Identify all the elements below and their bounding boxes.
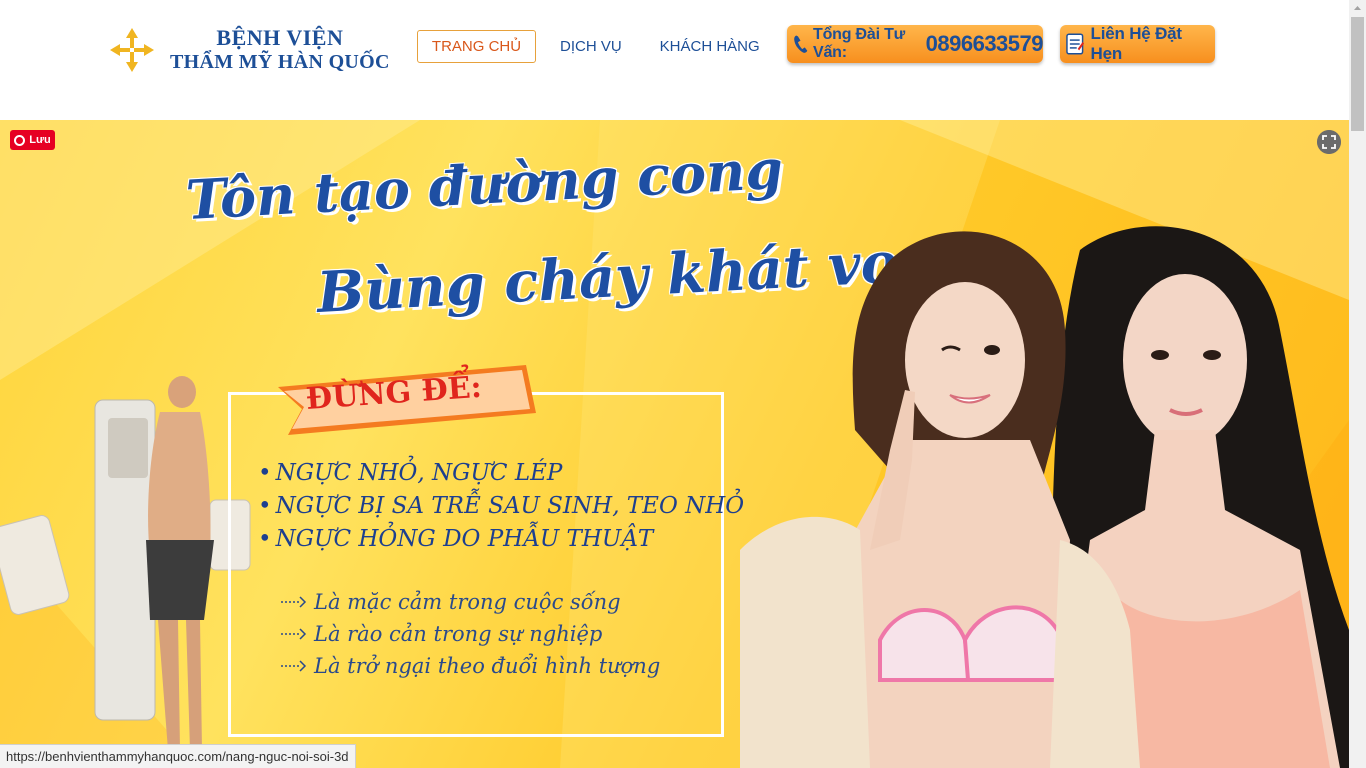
models-photo [740, 226, 1349, 768]
page-scrollbar[interactable] [1349, 0, 1366, 768]
status-bar-url: https://benhvienthammyhanquoc.com/nang-n… [0, 744, 356, 768]
clinic-device-illustration [0, 376, 251, 750]
sub-point-item: Là mặc cảm trong cuộc sống [280, 590, 660, 614]
logo-text: BỆNH VIỆN THẨM MỸ HÀN QUỐC [170, 26, 390, 74]
sub-point-list: Là mặc cảm trong cuộc sống Là rào cản tr… [280, 590, 660, 686]
pinterest-icon [14, 134, 26, 146]
site-header: BỆNH VIỆN THẨM MỸ HÀN QUỐC TRANG CHỦ DỊC… [0, 0, 1349, 120]
notepad-icon [1066, 33, 1085, 55]
nav-services[interactable]: DỊCH VỤ [560, 38, 622, 55]
sub-point-item: Là trở ngại theo đuổi hình tượng [280, 654, 660, 678]
logo-line-2: THẨM MỸ HÀN QUỐC [170, 51, 390, 73]
book-appointment-label: Liên Hệ Đặt Hẹn [1090, 24, 1183, 63]
site-logo[interactable]: BỆNH VIỆN THẨM MỸ HÀN QUỐC [108, 26, 390, 74]
bullet-list: • NGỰC NHỎ, NGỰC LÉP • NGỰC BỊ SA TRỄ SAU … [258, 460, 744, 559]
nav-home[interactable]: TRANG CHỦ [417, 30, 536, 63]
expand-icon[interactable] [1317, 130, 1341, 154]
dotted-arrow-icon [281, 596, 307, 608]
book-appointment-button[interactable]: Liên Hệ Đặt Hẹn [1060, 24, 1215, 63]
pinterest-save-button[interactable]: Lưu [10, 130, 55, 150]
sub-point-item: Là rào cản trong sự nghiệp [280, 622, 660, 646]
bullet-item: • NGỰC HỎNG DO PHẪU THUẬT [258, 526, 654, 552]
hotline-button[interactable]: Tổng Đài Tư Vấn: 0896633579 [787, 25, 1044, 63]
dotted-arrow-icon [281, 628, 307, 640]
phone-icon [794, 35, 808, 53]
bullet-item: • NGỰC BỊ SA TRỄ SAU SINH, TEO NHỎ [258, 493, 745, 519]
cross-arrows-icon [110, 28, 154, 72]
scrollbar-thumb[interactable] [1351, 17, 1364, 131]
pinterest-save-label: Lưu [29, 134, 51, 146]
hotline-number: 0896633579 [925, 31, 1044, 56]
main-nav: TRANG CHỦ DỊCH VỤ KHÁCH HÀNG [417, 30, 760, 63]
scroll-up-arrow-icon[interactable] [1349, 0, 1366, 17]
bullet-item: • NGỰC NHỎ, NGỰC LÉP [258, 460, 563, 486]
logo-line-1: BỆNH VIỆN [216, 25, 344, 50]
dotted-arrow-icon [281, 660, 307, 672]
hotline-label: Tổng Đài Tư Vấn: [813, 26, 906, 61]
hero-banner[interactable]: Lưu Tôn tạo đường cong Bùng cháy khát vọ… [0, 120, 1349, 768]
nav-customers[interactable]: KHÁCH HÀNG [660, 38, 760, 55]
